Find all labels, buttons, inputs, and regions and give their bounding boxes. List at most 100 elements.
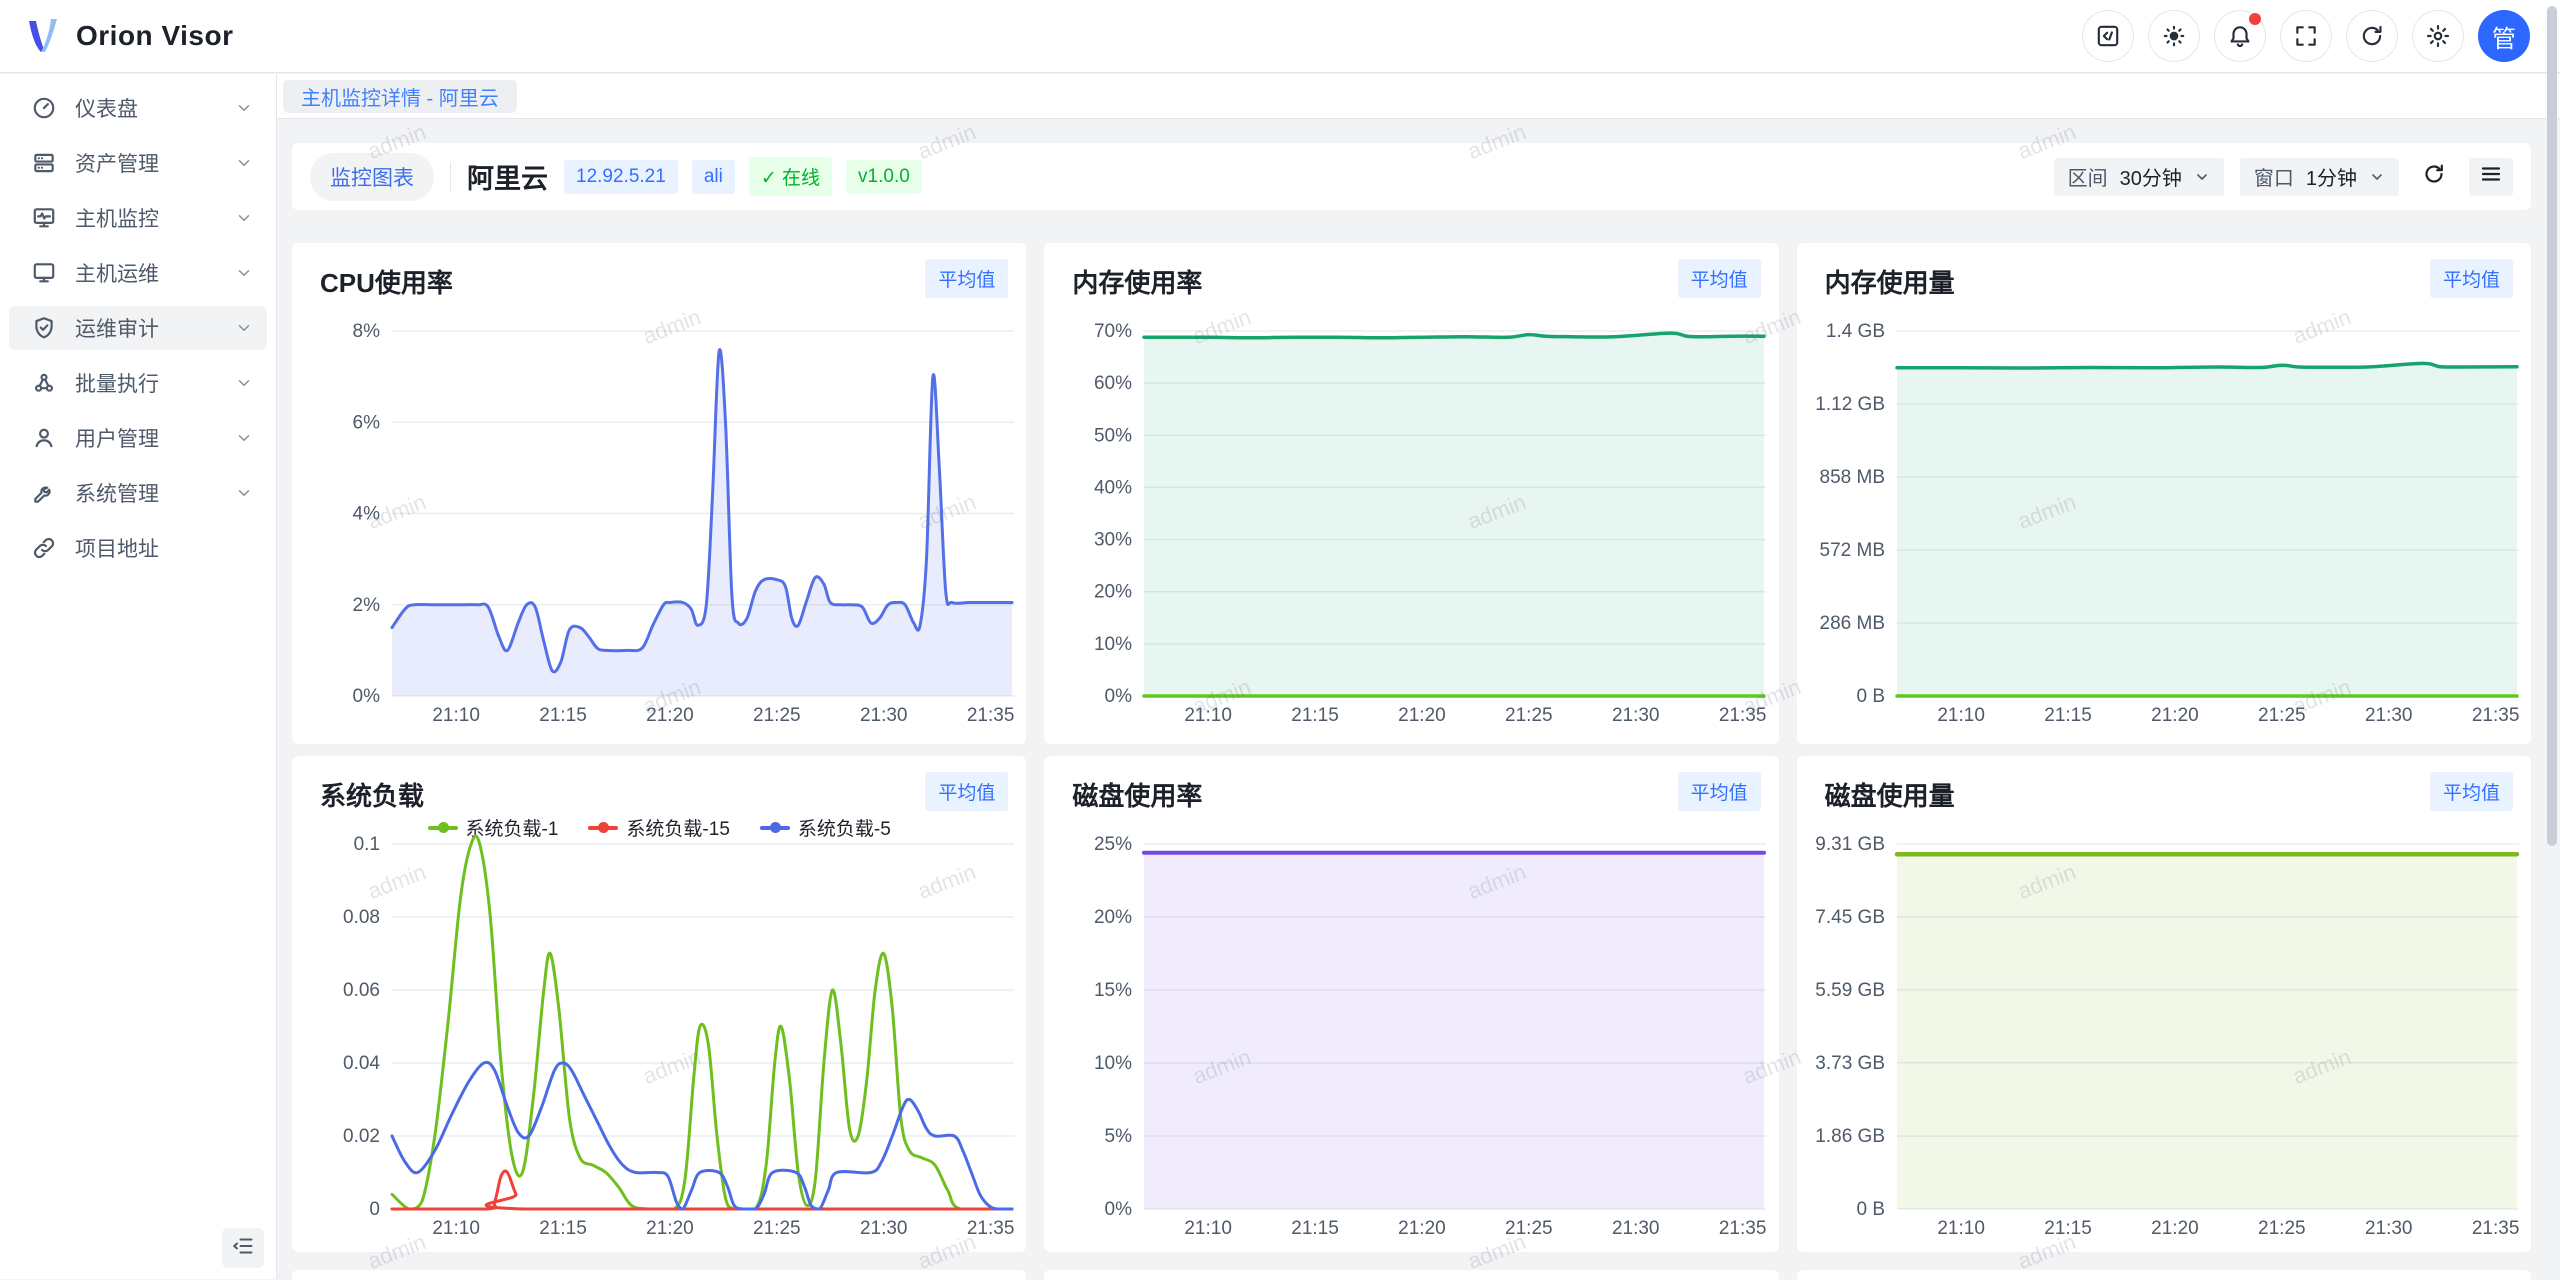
chart-canvas[interactable]: 9.31 GB7.45 GB5.59 GB3.73 GB1.86 GB0 B21… bbox=[1797, 756, 2531, 1252]
host-header-controls: 区间 30分钟 窗口 1分钟 bbox=[2054, 158, 2513, 196]
y-axis-label: 0% bbox=[1105, 1199, 1133, 1220]
x-axis-label: 21:10 bbox=[432, 705, 480, 726]
chart-card-memory-usage-rate: 内存使用率平均值70%60%50%40%30%20%10%0%21:1021:1… bbox=[1044, 243, 1778, 744]
interval-value: 30分钟 bbox=[2120, 162, 2182, 191]
sidebar-item-ops-audit[interactable]: 运维审计 bbox=[9, 306, 267, 350]
x-axis-label: 21:15 bbox=[1292, 705, 1340, 726]
chart-canvas[interactable]: 0.10.080.060.040.02021:1021:1521:2021:25… bbox=[292, 756, 1026, 1252]
code-icon bbox=[2095, 23, 2121, 49]
bell-button[interactable] bbox=[2214, 10, 2266, 62]
gear-button[interactable] bbox=[2412, 10, 2464, 62]
x-axis-label: 21:35 bbox=[1719, 705, 1767, 726]
tab-monitor-charts[interactable]: 监控图表 bbox=[310, 153, 434, 201]
sidebar-item-dashboard[interactable]: 仪表盘 bbox=[9, 86, 267, 130]
y-axis-label: 572 MB bbox=[1819, 540, 1884, 561]
sidebar-item-label: 项目地址 bbox=[75, 533, 253, 563]
topbar: Orion Visor 管 bbox=[0, 0, 2560, 73]
x-axis-label: 21:15 bbox=[539, 1218, 587, 1239]
fullscreen-icon bbox=[2293, 23, 2319, 49]
breadcrumb-tab[interactable]: 主机监控详情 - 阿里云 bbox=[283, 80, 517, 113]
host-badge: ✓ 在线 bbox=[749, 157, 832, 196]
sidebar-item-host-monitoring[interactable]: 主机监控 bbox=[9, 196, 267, 240]
sidebar-item-label: 资产管理 bbox=[75, 148, 235, 178]
x-axis-label: 21:10 bbox=[1937, 705, 1985, 726]
chart-card-disk-usage-amount: 磁盘使用量平均值9.31 GB7.45 GB5.59 GB3.73 GB1.86… bbox=[1797, 756, 2531, 1252]
x-axis-label: 21:35 bbox=[1719, 1218, 1767, 1239]
window-label: 窗口 bbox=[2254, 162, 2294, 191]
chart-canvas[interactable]: 8%6%4%2%0%21:1021:1521:2021:2521:3021:35 bbox=[292, 243, 1026, 744]
chart-canvas[interactable]: 25%20%15%10%5%0%21:1021:1521:2021:2521:3… bbox=[1044, 756, 1778, 1252]
x-axis-label: 21:20 bbox=[646, 1218, 694, 1239]
y-axis-label: 20% bbox=[1094, 907, 1132, 928]
sidebar-item-user-mgmt[interactable]: 用户管理 bbox=[9, 416, 267, 460]
y-axis-label: 858 MB bbox=[1819, 467, 1884, 488]
theme-button[interactable] bbox=[2148, 10, 2200, 62]
chevron-down-icon bbox=[235, 99, 253, 117]
sidebar-item-sys-mgmt[interactable]: 系统管理 bbox=[9, 471, 267, 515]
chevron-down-icon bbox=[235, 154, 253, 172]
y-axis-label: 0.02 bbox=[343, 1126, 380, 1147]
monitor-pulse-icon bbox=[31, 205, 57, 231]
x-axis-label: 21:15 bbox=[539, 705, 587, 726]
y-axis-label: 0% bbox=[1105, 686, 1133, 707]
x-axis-label: 21:30 bbox=[1612, 705, 1660, 726]
chevron-down-icon bbox=[235, 209, 253, 227]
chevron-down-icon bbox=[2369, 169, 2385, 185]
chart-canvas[interactable]: 1.4 GB1.12 GB858 MB572 MB286 MB0 B21:102… bbox=[1797, 243, 2531, 744]
sidebar: 仪表盘资产管理主机监控主机运维运维审计批量执行用户管理系统管理项目地址 bbox=[0, 74, 277, 1279]
y-axis-label: 4% bbox=[353, 504, 381, 525]
window-select[interactable]: 窗口 1分钟 bbox=[2240, 158, 2399, 196]
series-area bbox=[1144, 853, 1764, 1209]
y-axis-label: 0 B bbox=[1856, 1199, 1885, 1220]
collapse-sidebar-button[interactable] bbox=[222, 1228, 264, 1268]
sidebar-item-host-ops[interactable]: 主机运维 bbox=[9, 251, 267, 295]
chart-canvas[interactable]: 70%60%50%40%30%20%10%0%21:1021:1521:2021… bbox=[1044, 243, 1778, 744]
host-badges: 12.92.5.21ali✓ 在线v1.0.0 bbox=[564, 157, 922, 196]
interval-label: 区间 bbox=[2068, 162, 2108, 191]
refresh-charts-button[interactable] bbox=[2415, 158, 2453, 196]
y-axis-label: 9.31 GB bbox=[1815, 834, 1885, 855]
monitor-icon bbox=[31, 260, 57, 286]
x-axis-label: 21:25 bbox=[2258, 705, 2306, 726]
series-area bbox=[1144, 333, 1764, 696]
gauge-icon bbox=[31, 95, 57, 121]
y-axis-label: 6% bbox=[353, 412, 381, 433]
sidebar-item-label: 运维审计 bbox=[75, 313, 235, 343]
series-area bbox=[1897, 854, 2517, 1209]
app-title: Orion Visor bbox=[76, 20, 233, 52]
sidebar-item-assets[interactable]: 资产管理 bbox=[9, 141, 267, 185]
y-axis-label: 30% bbox=[1094, 530, 1132, 551]
x-axis-label: 21:20 bbox=[2151, 705, 2199, 726]
sidebar-item-batch-exec[interactable]: 批量执行 bbox=[9, 361, 267, 405]
main-content: 主机监控详情 - 阿里云 监控图表 阿里云 12.92.5.21ali✓ 在线v… bbox=[277, 74, 2560, 1279]
y-axis-label: 10% bbox=[1094, 1053, 1132, 1074]
charts-row-2: 系统负载平均值系统负载-1系统负载-15系统负载-50.10.080.060.0… bbox=[292, 756, 2531, 1252]
x-axis-label: 21:15 bbox=[1292, 1218, 1340, 1239]
series-line bbox=[392, 1171, 1012, 1209]
chevron-down-icon bbox=[235, 264, 253, 282]
sidebar-item-project-url[interactable]: 项目地址 bbox=[9, 526, 267, 570]
host-badge: 12.92.5.21 bbox=[564, 160, 678, 194]
y-axis-label: 0 B bbox=[1856, 686, 1885, 707]
chevron-down-icon bbox=[235, 374, 253, 392]
chart-card-disk-usage-rate: 磁盘使用率平均值25%20%15%10%5%0%21:1021:1521:202… bbox=[1044, 756, 1778, 1252]
app-logo: Orion Visor bbox=[22, 15, 233, 57]
y-axis-label: 25% bbox=[1094, 834, 1132, 855]
chart-layout-button[interactable] bbox=[2469, 158, 2513, 196]
x-axis-label: 21:20 bbox=[1398, 705, 1446, 726]
x-axis-label: 21:10 bbox=[1185, 1218, 1233, 1239]
y-axis-label: 20% bbox=[1094, 582, 1132, 603]
chart-card-memory-usage-amount: 内存使用量平均值1.4 GB1.12 GB858 MB572 MB286 MB0… bbox=[1797, 243, 2531, 744]
hamburger-icon bbox=[2479, 162, 2503, 191]
sidebar-item-label: 批量执行 bbox=[75, 368, 235, 398]
x-axis-label: 21:25 bbox=[753, 705, 801, 726]
fullscreen-button[interactable] bbox=[2280, 10, 2332, 62]
code-button[interactable] bbox=[2082, 10, 2134, 62]
x-axis-label: 21:25 bbox=[1505, 705, 1553, 726]
y-axis-label: 40% bbox=[1094, 477, 1132, 498]
page-scrollbar[interactable] bbox=[2547, 6, 2557, 846]
interval-select[interactable]: 区间 30分钟 bbox=[2054, 158, 2224, 196]
user-avatar[interactable]: 管 bbox=[2478, 10, 2530, 62]
refresh-button[interactable] bbox=[2346, 10, 2398, 62]
sidebar-menu: 仪表盘资产管理主机监控主机运维运维审计批量执行用户管理系统管理项目地址 bbox=[0, 74, 276, 570]
